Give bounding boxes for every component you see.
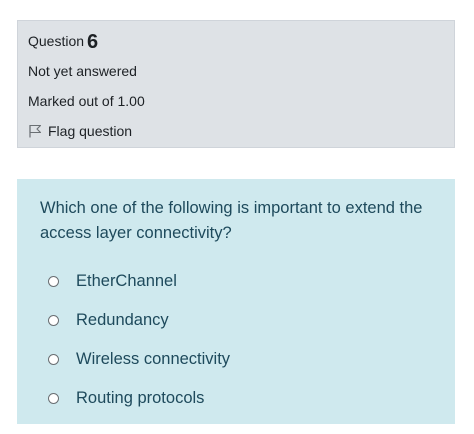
question-state: Not yet answered bbox=[28, 63, 137, 79]
question-number-heading: Question 6 bbox=[28, 30, 98, 53]
flag-question-label: Flag question bbox=[48, 123, 133, 139]
radio-button[interactable] bbox=[48, 392, 59, 404]
answer-label: EtherChannel bbox=[76, 272, 177, 290]
flag-icon bbox=[28, 124, 42, 138]
radio-button[interactable] bbox=[48, 314, 59, 326]
question-grade: Marked out of 1.00 bbox=[28, 93, 145, 109]
answer-label: Routing protocols bbox=[76, 389, 205, 407]
question-info-panel: Question 6 Not yet answered Marked out of… bbox=[17, 20, 455, 148]
question-label: Question bbox=[28, 33, 85, 49]
question-content-panel: Which one of the following is important … bbox=[17, 179, 455, 424]
answer-option[interactable]: EtherChannel bbox=[48, 271, 177, 291]
radio-button[interactable] bbox=[48, 353, 59, 365]
answer-label: Wireless connectivity bbox=[76, 350, 231, 368]
quiz-page: Question 6 Not yet answered Marked out of… bbox=[0, 0, 474, 434]
radio-button[interactable] bbox=[48, 275, 59, 287]
answer-option[interactable]: Redundancy bbox=[48, 310, 169, 330]
question-number: 6 bbox=[87, 31, 99, 53]
answer-option[interactable]: Routing protocols bbox=[48, 388, 204, 408]
answer-option[interactable]: Wireless connectivity bbox=[48, 349, 230, 369]
flag-question-link[interactable]: Flag question bbox=[28, 122, 132, 140]
answer-label: Redundancy bbox=[76, 311, 169, 329]
answer-list: EtherChannel Redundancy Wireless connect… bbox=[17, 179, 455, 424]
